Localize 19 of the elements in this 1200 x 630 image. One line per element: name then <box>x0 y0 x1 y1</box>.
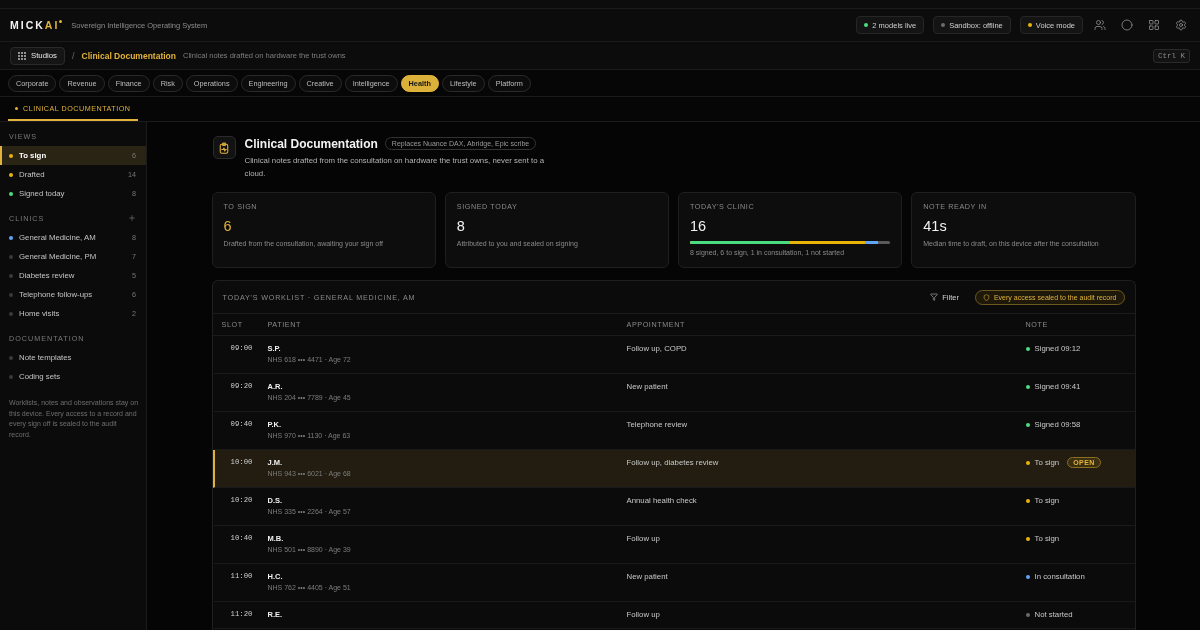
grid-icon[interactable] <box>1148 19 1160 31</box>
filter-icon <box>930 293 939 301</box>
add-icon[interactable] <box>128 214 136 222</box>
breadcrumb-separator: / <box>72 50 75 61</box>
stat-value: 6 <box>223 218 232 235</box>
stat-value: 8 <box>456 218 465 235</box>
clipboard-icon <box>212 136 236 159</box>
users-icon[interactable] <box>1094 19 1106 31</box>
grid-dots-icon <box>18 51 26 60</box>
circle-icon[interactable] <box>1121 19 1133 31</box>
tab-dot-icon <box>15 106 18 110</box>
page-title: Clinical Documentation <box>244 136 378 151</box>
breadcrumb-current: Clinical Documentation <box>81 50 176 61</box>
stat-value: 16 <box>690 218 707 235</box>
stat-value: 41s <box>923 218 947 235</box>
shield-icon <box>982 293 990 301</box>
logo-wordmark: MICKAI <box>10 19 60 31</box>
logo-dot-icon <box>59 20 63 23</box>
settings-icon[interactable] <box>1175 19 1187 31</box>
